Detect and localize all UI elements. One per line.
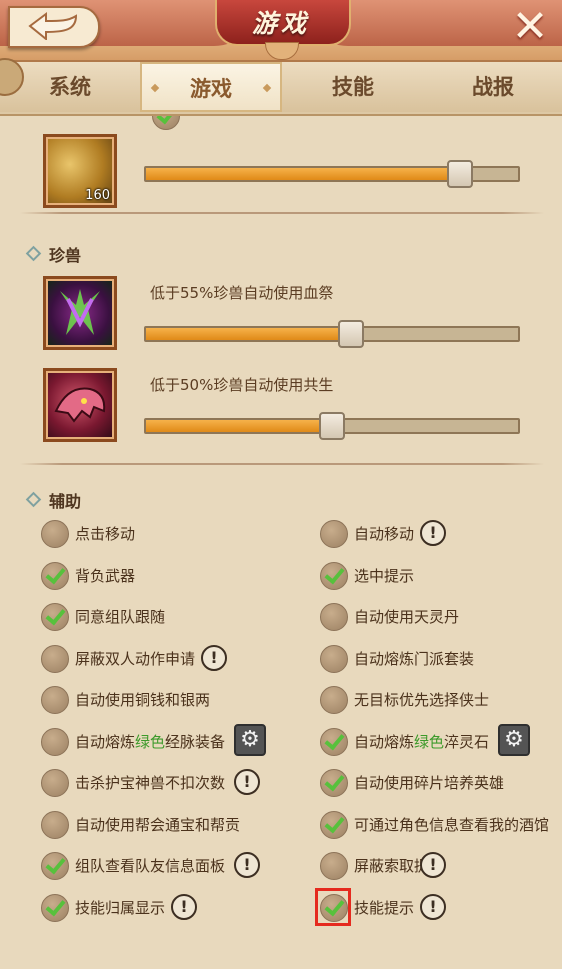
slider-thumb[interactable] [319,412,345,440]
info-icon[interactable]: ! [420,852,446,878]
checkbox[interactable] [320,562,348,590]
checkbox-row[interactable]: 无目标优先选择侠士 [320,686,560,716]
pill-slider[interactable] [144,160,520,188]
checkbox-label: 自动使用铜钱和银两 [75,691,211,709]
checkbox-row[interactable]: 自动移动! [320,520,560,550]
checkbox-label: 自动使用帮会通宝和帮贡 [75,816,241,834]
highlight-box [315,888,351,926]
checkbox[interactable] [320,520,348,548]
page-title: 游戏 [251,9,310,38]
checkbox[interactable] [41,686,69,714]
checkbox[interactable] [320,728,348,756]
back-button[interactable] [8,6,100,48]
checkbox-row[interactable]: 选中提示 [320,562,560,592]
title-bar: 游戏 ✕ [0,0,562,62]
checkbox-row[interactable]: 自动使用帮会通宝和帮贡 [41,811,281,841]
gear-icon[interactable]: ⚙ [234,724,266,756]
info-icon[interactable]: ! [234,852,260,878]
pill-item-icon[interactable]: 160 [43,134,117,208]
pet-option-label: 低于55%珍兽自动使用血祭 [150,284,334,302]
checkbox[interactable] [320,645,348,673]
tab-game[interactable]: 游戏 [140,62,282,112]
checkbox-label: 同意组队跟随 [75,608,166,626]
checkbox-row[interactable]: 背负武器 [41,562,281,592]
tab-bar: 系统 游戏 技能 战报 [0,62,562,116]
checkbox-label: 选中提示 [354,567,415,585]
symbiosis-slider[interactable] [144,412,520,440]
checkbox-row[interactable]: 自动使用铜钱和银两 [41,686,281,716]
checkbox-row[interactable]: 组队查看队友信息面板! [41,852,281,882]
checkbox-label: 自动使用碎片培养英雄 [354,774,505,792]
checkbox-label: 自动熔炼绿色淬灵石 [354,733,490,751]
checkbox-label: 击杀护宝神兽不扣次数 [75,774,226,792]
checkbox-row[interactable]: 自动熔炼绿色淬灵石 ⚙ [320,724,560,758]
info-icon[interactable]: ! [201,645,227,671]
checkbox-label: 自动熔炼门派套装 [354,650,475,668]
divider [20,212,544,214]
checkbox-label: 自动移动 [354,525,415,543]
checkbox-row[interactable]: 自动熔炼绿色经脉装备 ⚙ [41,724,281,758]
checkbox[interactable] [41,603,69,631]
symbiosis-skill-icon[interactable] [43,368,117,442]
info-icon[interactable]: ! [420,520,446,546]
info-icon[interactable]: ! [171,894,197,920]
checkbox-label: 组队查看队友信息面板 [75,857,226,875]
checkbox[interactable] [41,769,69,797]
pill-option-checkbox[interactable] [152,116,180,130]
section-title-pet: 珍兽 [25,242,81,266]
checkbox[interactable] [320,811,348,839]
checkbox[interactable] [41,852,69,880]
back-arrow-icon [28,12,78,40]
checkbox[interactable] [320,686,348,714]
checkbox[interactable] [41,811,69,839]
diamond-bullet-icon [25,245,42,262]
checkbox[interactable] [320,852,348,880]
checkbox-label: 可通过角色信息查看我的酒馆 [354,816,550,834]
checkbox[interactable] [41,520,69,548]
blood-sacrifice-skill-icon[interactable] [43,276,117,350]
blood-sacrifice-slider[interactable] [144,320,520,348]
checkbox-row[interactable]: 可通过角色信息查看我的酒馆 [320,811,560,841]
checkbox[interactable] [41,728,69,756]
checkbox-row[interactable]: 技能提示! [320,894,560,924]
slider-thumb[interactable] [338,320,364,348]
gear-icon[interactable]: ⚙ [498,724,530,756]
checkbox-row[interactable]: 同意组队跟随 [41,603,281,633]
checkbox[interactable] [320,603,348,631]
tab-battle-report[interactable]: 战报 [424,62,562,112]
tab-skill[interactable]: 技能 [282,62,425,112]
checkbox[interactable] [41,562,69,590]
divider [20,463,544,465]
title-ornament [265,42,299,60]
checkbox[interactable] [320,769,348,797]
info-icon[interactable]: ! [234,769,260,795]
checkbox-label: 点击移动 [75,525,136,543]
pet-option-label: 低于50%珍兽自动使用共生 [150,376,334,394]
close-icon[interactable]: ✕ [504,3,556,51]
checkbox[interactable] [41,894,69,922]
checkbox-row[interactable]: 屏蔽索取提示! [320,852,560,882]
checkbox-label: 自动熔炼绿色经脉装备 [75,733,226,751]
checkbox-label: 屏蔽双人动作申请 [75,650,196,668]
checkbox-row[interactable]: 自动熔炼门派套装 [320,645,560,675]
checkbox-row[interactable]: 自动使用碎片培养英雄 [320,769,560,799]
checkbox-label: 无目标优先选择侠士 [354,691,490,709]
checkbox-label: 技能归属显示 [75,899,166,917]
section-title-assist: 辅助 [25,488,81,512]
diamond-bullet-icon [25,491,42,508]
checkbox-row[interactable]: 屏蔽双人动作申请! [41,645,281,675]
checkbox-row[interactable]: 自动使用天灵丹 [320,603,560,633]
checkbox-label: 背负武器 [75,567,136,585]
slider-thumb[interactable] [447,160,473,188]
checkbox-row[interactable]: 点击移动 [41,520,281,550]
checkbox-label: 自动使用天灵丹 [354,608,460,626]
checkbox-row[interactable]: 击杀护宝神兽不扣次数! [41,769,281,799]
settings-panel: 160 珍兽 低于55%珍兽自动使用血祭 低于50%珍兽自动使用共生 辅助 点击… [0,116,562,969]
checkbox-row[interactable]: 技能归属显示! [41,894,281,924]
info-icon[interactable]: ! [420,894,446,920]
checkbox[interactable] [41,645,69,673]
checkbox-label: 技能提示 [354,899,415,917]
